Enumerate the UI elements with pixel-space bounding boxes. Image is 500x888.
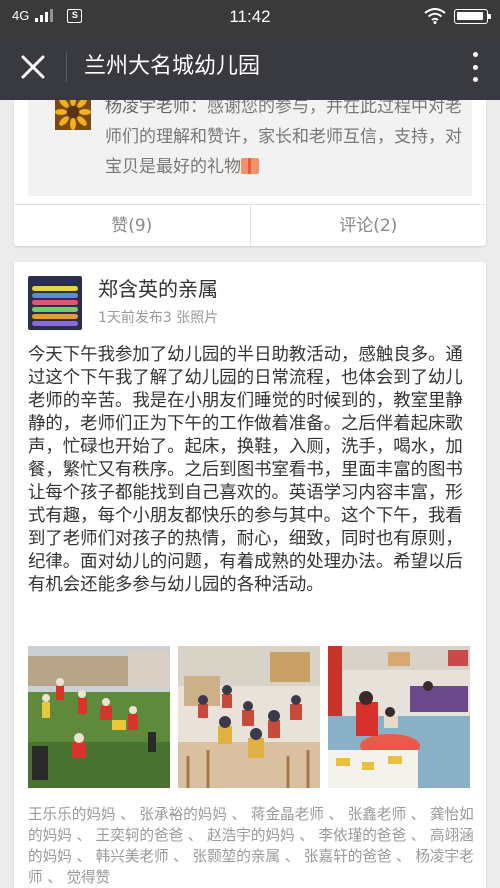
status-right <box>424 8 491 24</box>
likes-list: 王乐乐的妈妈 、 张承裕的妈妈 、 蒋金晶老师 、 张鑫老师 、 龚怡如的妈妈 … <box>28 806 474 886</box>
status-bar: 4G S 11:42 <box>0 0 500 34</box>
comment-item: 杨凌宇老师：感谢您的参与，并在此过程中对老师们的理解和赞许，家长和老师互信，支持… <box>28 100 472 196</box>
comment-text: 杨凌宇老师：感谢您的参与，并在此过程中对老师们的理解和赞许，家长和老师互信，支持… <box>105 100 472 182</box>
commenter-avatar[interactable] <box>55 100 91 130</box>
post-actions: 赞(9) 评论(2) <box>14 204 486 246</box>
author-avatar[interactable] <box>28 276 82 330</box>
page-title: 兰州大名城幼儿园 <box>84 54 261 79</box>
wifi-icon <box>424 8 446 24</box>
post-card: 郑含英的亲属 1天前发布3 张照片 今天下午我参加了幼儿园的半日助教活动，感触良… <box>14 262 486 888</box>
photo-reading-room[interactable] <box>328 646 470 788</box>
comment-separator: ： <box>190 100 207 117</box>
post-meta: 1天前发布3 张照片 <box>98 310 219 326</box>
comment-button[interactable]: 评论(2) <box>249 205 487 246</box>
like-button[interactable]: 赞(9) <box>14 205 250 246</box>
photo-grid <box>28 646 470 788</box>
post-body: 今天下午我参加了幼儿园的半日助教活动，感触良多。通过这个下午我了解了幼儿园的日常… <box>28 345 463 595</box>
gift-icon <box>241 158 259 174</box>
photo-outdoor-playground[interactable] <box>28 646 170 788</box>
title-bar: 兰州大名城幼儿园 <box>0 34 500 100</box>
battery-level <box>457 11 483 20</box>
more-options-icon[interactable] <box>470 52 480 82</box>
comment-author[interactable]: 杨凌宇老师 <box>105 100 190 117</box>
title-divider <box>66 52 67 82</box>
previous-post-card: 杨凌宇老师：感谢您的参与，并在此过程中对老师们的理解和赞许，家长和老师互信，支持… <box>14 100 486 246</box>
post-author[interactable]: 郑含英的亲属 <box>98 276 218 302</box>
close-icon[interactable] <box>18 52 48 82</box>
battery-icon <box>454 8 491 24</box>
photo-classroom[interactable] <box>178 646 320 788</box>
